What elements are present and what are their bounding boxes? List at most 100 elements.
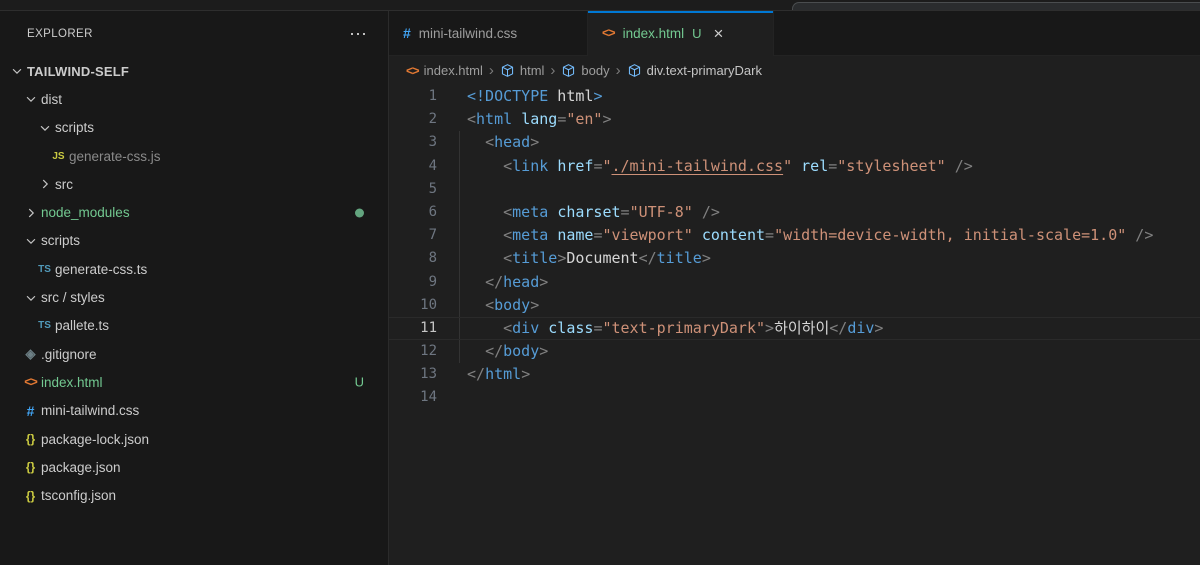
code-text: </html> — [467, 363, 530, 386]
tree-item-package-json[interactable]: {}package.json — [0, 453, 388, 481]
tree-item-generate-css-js[interactable]: JSgenerate-css.js — [0, 142, 388, 170]
html-file-icon: <> — [406, 64, 419, 78]
tree-root-tailwind-self[interactable]: TAILWIND-SELF — [0, 57, 388, 85]
tree-item-icon-slot — [6, 64, 27, 78]
tree-item-pallete-ts[interactable]: TSpallete.ts — [0, 312, 388, 340]
tab-index-html[interactable]: <>index.htmlU× — [588, 11, 774, 55]
tree-item-icon-slot — [34, 177, 55, 191]
line-number[interactable]: 1 — [389, 85, 437, 108]
tree-item-icon-slot: {} — [20, 489, 41, 503]
line-number[interactable]: 2 — [389, 108, 437, 131]
explorer-header: EXPLORER ⋯ — [0, 11, 388, 57]
breadcrumb-separator-icon: › — [488, 62, 495, 79]
code-area[interactable]: 1<!DOCTYPE html>2<html lang="en">3 <head… — [389, 85, 1200, 565]
code-line-6[interactable]: 6 <meta charset="UTF-8" /> — [389, 201, 1200, 224]
tree-item-package-lock-json[interactable]: {}package-lock.json — [0, 425, 388, 453]
tree-item-node-modules[interactable]: node_modules — [0, 198, 388, 226]
line-number[interactable]: 12 — [389, 340, 437, 363]
tree-item-label: TAILWIND-SELF — [27, 64, 129, 79]
tree-item-icon-slot — [20, 206, 41, 220]
code-line-12[interactable]: 12 </body> — [389, 340, 1200, 363]
code-line-9[interactable]: 9 </head> — [389, 271, 1200, 294]
tab-bar: #mini-tailwind.css<>index.htmlU× — [389, 11, 1200, 56]
code-line-1[interactable]: 1<!DOCTYPE html> — [389, 85, 1200, 108]
line-number[interactable]: 5 — [389, 178, 437, 201]
chevron-down-icon — [24, 291, 38, 305]
code-line-5[interactable]: 5 — [389, 178, 1200, 201]
breadcrumb-label: body — [581, 63, 609, 78]
tree-item-index-html[interactable]: <>index.html U — [0, 368, 388, 396]
tree-item-src-styles[interactable]: src / styles — [0, 283, 388, 311]
tree-item-mini-tailwind-css[interactable]: # mini-tailwind.css — [0, 397, 388, 425]
json-file-icon: {} — [26, 432, 35, 446]
tree-item-label: index.html — [41, 375, 103, 390]
tree-item-dist[interactable]: dist — [0, 85, 388, 113]
breadcrumb-item-html[interactable]: html — [500, 63, 545, 78]
line-number[interactable]: 8 — [389, 247, 437, 270]
breadcrumb-label: div.text-primaryDark — [647, 63, 762, 78]
window-top-edge — [0, 0, 1200, 10]
explorer-sidebar: EXPLORER ⋯ TAILWIND-SELFdistscriptsJSgen… — [0, 11, 389, 565]
editor-group: #mini-tailwind.css<>index.htmlU× <>index… — [389, 11, 1200, 565]
line-number[interactable]: 10 — [389, 294, 437, 317]
code-line-11[interactable]: 11 <div class="text-primaryDark">하이하이</d… — [389, 317, 1200, 340]
breadcrumb-item-div-text-primarydark[interactable]: div.text-primaryDark — [627, 63, 762, 78]
json-file-icon: {} — [26, 489, 35, 503]
tab-mini-tailwind-css[interactable]: #mini-tailwind.css — [389, 11, 588, 55]
tree-item-label: generate-css.js — [69, 149, 161, 164]
line-number[interactable]: 3 — [389, 131, 437, 154]
html-file-icon: <> — [602, 26, 615, 40]
tree-item-gitignore[interactable]: ◈.gitignore — [0, 340, 388, 368]
json-file-icon: {} — [26, 460, 35, 474]
code-line-2[interactable]: 2<html lang="en"> — [389, 108, 1200, 131]
line-number[interactable]: 9 — [389, 271, 437, 294]
chevron-right-icon — [24, 206, 38, 220]
tree-item-icon-slot: TS — [34, 264, 55, 275]
code-line-10[interactable]: 10 <body> — [389, 294, 1200, 317]
code-text: <title>Document</title> — [467, 247, 711, 270]
breadcrumb-item-body[interactable]: body — [561, 63, 609, 78]
tree-item-icon-slot: ◈ — [20, 346, 41, 362]
tree-item-label: tsconfig.json — [41, 488, 116, 503]
line-number[interactable]: 11 — [389, 317, 437, 340]
tree-item-label: scripts — [41, 233, 80, 248]
code-text: <body> — [467, 294, 539, 317]
tab-close-icon[interactable]: × — [714, 25, 724, 42]
explorer-actions-icon[interactable]: ⋯ — [349, 29, 368, 39]
symbol-cube-icon — [500, 63, 515, 78]
tree-item-icon-slot: # — [20, 403, 41, 419]
code-line-13[interactable]: 13 </html> — [389, 363, 1200, 386]
tree-item-icon-slot: JS — [48, 151, 69, 162]
line-number[interactable]: 7 — [389, 224, 437, 247]
code-line-7[interactable]: 7 <meta name="viewport" content="width=d… — [389, 224, 1200, 247]
symbol-cube-icon — [561, 63, 576, 78]
line-number[interactable]: 13 — [389, 363, 437, 386]
breadcrumb-separator-icon: › — [615, 62, 622, 79]
ts-file-icon: TS — [38, 320, 51, 331]
tree-item-tsconfig-json[interactable]: {} tsconfig.json — [0, 481, 388, 509]
breadcrumb-separator-icon: › — [549, 62, 556, 79]
tree-item-label: mini-tailwind.css — [41, 403, 139, 418]
chevron-down-icon — [24, 92, 38, 106]
chevron-down-icon — [10, 64, 24, 78]
line-number[interactable]: 14 — [389, 386, 437, 409]
code-line-3[interactable]: 3 <head> — [389, 131, 1200, 154]
breadcrumb-item-index-html[interactable]: <>index.html — [406, 63, 483, 78]
tree-item-scripts[interactable]: scripts — [0, 114, 388, 142]
git-modified-dot-badge — [355, 208, 364, 217]
code-line-14[interactable]: 14 — [389, 386, 1200, 409]
tree-item-generate-css-ts[interactable]: TSgenerate-css.ts — [0, 255, 388, 283]
line-number[interactable]: 4 — [389, 155, 437, 178]
css-file-icon: # — [27, 403, 35, 419]
code-line-8[interactable]: 8 <title>Document</title> — [389, 247, 1200, 270]
tree-item-src[interactable]: src — [0, 170, 388, 198]
tree-item-scripts[interactable]: scripts — [0, 227, 388, 255]
tree-item-icon-slot: {} — [20, 432, 41, 446]
css-file-icon: # — [403, 25, 411, 41]
ts-file-icon: TS — [38, 264, 51, 275]
vscode-window: EXPLORER ⋯ TAILWIND-SELFdistscriptsJSgen… — [0, 10, 1200, 565]
tree-item-icon-slot: <> — [20, 375, 41, 389]
line-number[interactable]: 6 — [389, 201, 437, 224]
git-untracked-badge: U — [355, 375, 364, 390]
code-line-4[interactable]: 4 <link href="./mini-tailwind.css" rel="… — [389, 155, 1200, 178]
